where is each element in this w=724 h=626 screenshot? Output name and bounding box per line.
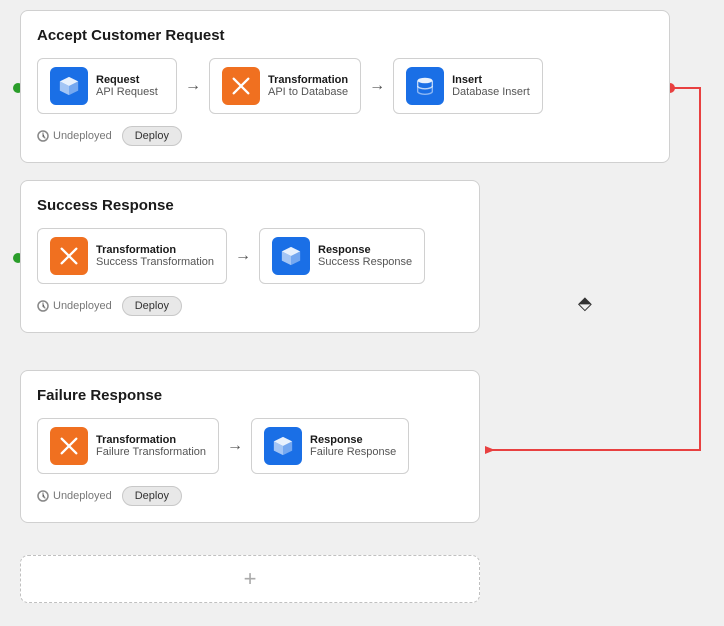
failure-group-title: Failure Response xyxy=(37,387,463,404)
accept-deploy-button[interactable]: Deploy xyxy=(122,126,182,146)
transformation-label: Transformation API to Database xyxy=(268,74,348,98)
success-transform-label: Transformation Success Transformation xyxy=(96,244,214,268)
success-response-type: Response xyxy=(318,244,412,256)
success-footer: Undeployed Deploy xyxy=(37,296,463,316)
accept-group-title: Accept Customer Request xyxy=(37,27,653,44)
arrow-1: → xyxy=(185,77,201,95)
insert-name: Database Insert xyxy=(452,86,530,98)
transformation-type: Transformation xyxy=(268,74,348,86)
failure-transform-label: Transformation Failure Transformation xyxy=(96,434,206,458)
success-status: Undeployed xyxy=(37,300,112,312)
insert-node[interactable]: Insert Database Insert xyxy=(393,58,543,114)
success-response-node[interactable]: Response Success Response xyxy=(259,228,425,284)
transformation-name: API to Database xyxy=(268,86,348,98)
success-transform-node[interactable]: Transformation Success Transformation xyxy=(37,228,227,284)
success-nodes: Transformation Success Transformation → … xyxy=(37,228,463,284)
success-transform-icon xyxy=(50,237,88,275)
request-label: Request API Request xyxy=(96,74,158,98)
accept-footer: Undeployed Deploy xyxy=(37,126,653,146)
failure-nodes: Transformation Failure Transformation → … xyxy=(37,418,463,474)
failure-response-node[interactable]: Response Failure Response xyxy=(251,418,409,474)
request-icon xyxy=(50,67,88,105)
failure-transform-icon xyxy=(50,427,88,465)
transformation-node[interactable]: Transformation API to Database xyxy=(209,58,361,114)
success-transform-name: Success Transformation xyxy=(96,256,214,268)
add-group-icon: + xyxy=(244,566,257,592)
success-deploy-button[interactable]: Deploy xyxy=(122,296,182,316)
failure-response-name: Failure Response xyxy=(310,446,396,458)
request-type: Request xyxy=(96,74,158,86)
arrow-4: → xyxy=(227,437,243,455)
request-node[interactable]: Request API Request xyxy=(37,58,177,114)
failure-deploy-button[interactable]: Deploy xyxy=(122,486,182,506)
failure-transform-type: Transformation xyxy=(96,434,206,446)
success-response-group: Success Response Transformation Success … xyxy=(20,180,480,333)
accept-nodes: Request API Request → Transformation API… xyxy=(37,58,653,114)
failure-response-type: Response xyxy=(310,434,396,446)
failure-response-icon xyxy=(264,427,302,465)
insert-icon xyxy=(406,67,444,105)
arrow-3: → xyxy=(235,247,251,265)
failure-transform-node[interactable]: Transformation Failure Transformation xyxy=(37,418,219,474)
failure-response-label: Response Failure Response xyxy=(310,434,396,458)
canvas: Accept Customer Request Request API Requ… xyxy=(0,0,724,626)
success-response-label: Response Success Response xyxy=(318,244,412,268)
success-response-name: Success Response xyxy=(318,256,412,268)
failure-footer: Undeployed Deploy xyxy=(37,486,463,506)
accept-customer-request-group: Accept Customer Request Request API Requ… xyxy=(20,10,670,163)
accept-status: Undeployed xyxy=(37,130,112,142)
failure-response-group: Failure Response Transformation Failure … xyxy=(20,370,480,523)
transformation-icon xyxy=(222,67,260,105)
insert-type: Insert xyxy=(452,74,530,86)
insert-label: Insert Database Insert xyxy=(452,74,530,98)
success-group-title: Success Response xyxy=(37,197,463,214)
arrow-2: → xyxy=(369,77,385,95)
add-group-button[interactable]: + xyxy=(20,555,480,603)
success-transform-type: Transformation xyxy=(96,244,214,256)
cursor: ⬘ xyxy=(578,293,592,314)
undeployed-icon-2 xyxy=(37,300,49,312)
failure-status: Undeployed xyxy=(37,490,112,502)
request-name: API Request xyxy=(96,86,158,98)
failure-transform-name: Failure Transformation xyxy=(96,446,206,458)
success-response-icon xyxy=(272,237,310,275)
undeployed-icon xyxy=(37,130,49,142)
undeployed-icon-3 xyxy=(37,490,49,502)
